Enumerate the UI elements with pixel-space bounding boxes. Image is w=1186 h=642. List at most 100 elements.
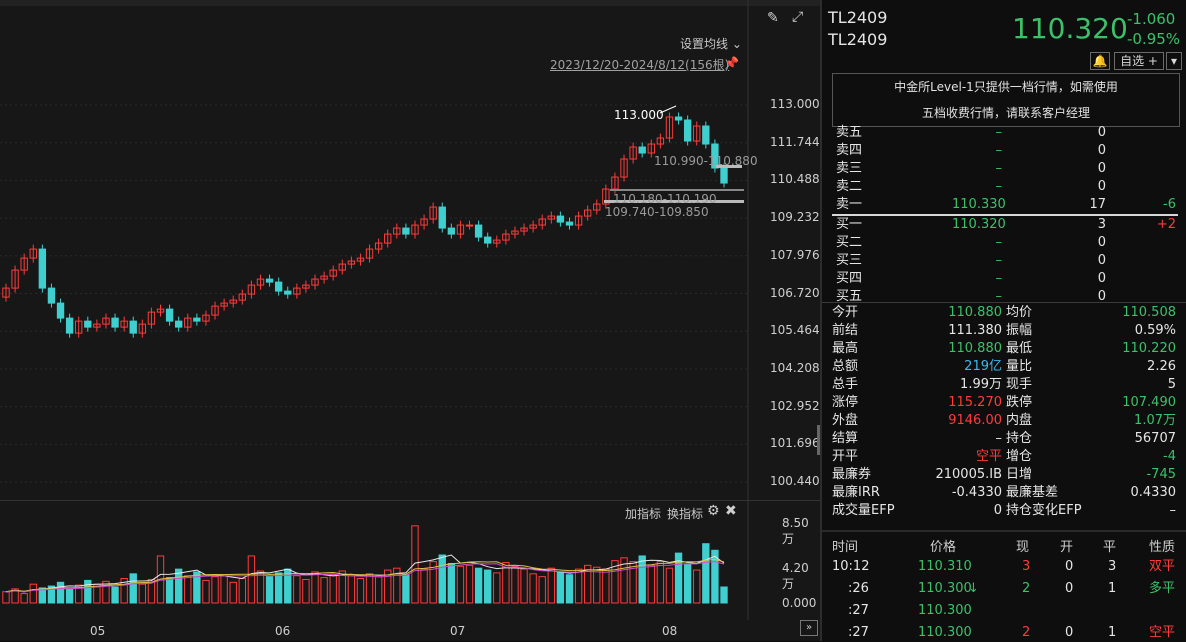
watchlist-dropdown[interactable]: ▾ bbox=[1166, 52, 1182, 70]
y-tick-label: 107.976 bbox=[770, 247, 820, 262]
volume-bar bbox=[411, 525, 419, 604]
order-volume: 0 bbox=[1097, 161, 1106, 176]
candle-body bbox=[484, 236, 492, 244]
stats-row: 最高 110.880 最低 110.220 bbox=[822, 340, 1186, 358]
volume-tick-label: 8.50万 bbox=[782, 516, 809, 546]
stat-label: 总手 bbox=[832, 377, 859, 392]
volume-bar bbox=[129, 573, 137, 604]
stat-label: 振幅 bbox=[1006, 323, 1033, 338]
candle-body bbox=[556, 215, 565, 223]
candle-body bbox=[111, 317, 119, 328]
volume-bar bbox=[529, 573, 537, 604]
tick-open: 0 bbox=[1065, 581, 1074, 596]
volume-bar bbox=[720, 586, 728, 604]
stat-label: 开平 bbox=[832, 449, 859, 464]
stat-value: -0.4330 bbox=[951, 485, 1002, 500]
symbol-code: TL2409 bbox=[828, 8, 888, 27]
gap-label-2: 110.180-110.190 bbox=[613, 192, 717, 206]
candle-body bbox=[438, 206, 446, 229]
order-volume: 0 bbox=[1097, 125, 1106, 140]
stats-row: 开平 空平 增仓 -4 bbox=[822, 448, 1186, 466]
stats-row: 总额 219亿 量比 2.26 bbox=[822, 358, 1186, 376]
volume-bar bbox=[693, 569, 701, 604]
candlestick-chart[interactable] bbox=[0, 0, 820, 500]
stat-label: 成交量EFP bbox=[832, 503, 895, 518]
tick-row: :27 110.300 bbox=[822, 602, 1186, 620]
tick-nature: 双平 bbox=[1149, 559, 1176, 574]
stats-row: 最廉IRR -0.4330 最廉基差 0.4330 bbox=[822, 484, 1186, 502]
candle-body bbox=[129, 320, 137, 334]
volume-bar bbox=[175, 568, 183, 604]
candle-body bbox=[65, 317, 74, 334]
stat-value: 115.270 bbox=[948, 395, 1002, 410]
stat-value: 空平 bbox=[975, 449, 1002, 464]
order-volume: 0 bbox=[1097, 253, 1106, 268]
stats-row: 今开 110.880 均价 110.508 bbox=[822, 304, 1186, 322]
volume-bar bbox=[356, 578, 365, 604]
tick-time: :27 bbox=[848, 625, 869, 640]
order-level-label: 买二 bbox=[836, 235, 863, 250]
tick-time: 10:12 bbox=[832, 559, 870, 574]
stat-label: 量比 bbox=[1006, 359, 1033, 374]
tick-header: 开 bbox=[1060, 540, 1074, 555]
stat-value: 110.880 bbox=[948, 341, 1002, 356]
order-volume: 0 bbox=[1097, 271, 1106, 286]
add-watchlist-button[interactable]: 自选 + bbox=[1114, 52, 1164, 70]
candle-body bbox=[447, 227, 456, 235]
tick-time: :26 bbox=[848, 581, 869, 596]
tick-close: 1 bbox=[1108, 625, 1117, 640]
stat-value: – bbox=[1169, 503, 1177, 518]
stat-label: 今开 bbox=[832, 305, 859, 320]
tick-row: :27 110.300 2 0 1 空平 bbox=[822, 624, 1186, 642]
candle-body bbox=[84, 320, 92, 328]
order-book-row: 卖三 – 0 bbox=[822, 160, 1186, 178]
volume-bar bbox=[602, 568, 610, 604]
candle-body bbox=[165, 308, 174, 322]
volume-bar bbox=[556, 571, 565, 604]
order-book-row: 买四 – 0 bbox=[822, 270, 1186, 288]
last-price: 110.320 bbox=[1012, 12, 1128, 45]
order-volume: 0 bbox=[1097, 235, 1106, 250]
candle-body bbox=[720, 167, 728, 184]
stat-value: 2.26 bbox=[1147, 359, 1176, 374]
tick-now: 2 bbox=[1022, 581, 1031, 596]
volume-bar bbox=[484, 569, 492, 604]
level1-notice: 中金所Level-1只提供一档行情，如需使用 五档收费行情，请联系客户经理 bbox=[832, 73, 1180, 127]
candle-body bbox=[402, 227, 410, 235]
y-tick-label: 111.744 bbox=[770, 134, 820, 149]
order-price: – bbox=[995, 179, 1003, 194]
stat-label: 持仓 bbox=[1006, 431, 1033, 446]
kline-chart-pane[interactable]: ✎ ⤢ 设置均线 ⌄ 2023/12/20-2024/8/12(156根) 📌 … bbox=[0, 0, 820, 641]
candle-body bbox=[274, 281, 283, 292]
volume-bar bbox=[220, 574, 228, 604]
stat-value: 1.99万 bbox=[960, 377, 1002, 392]
y-tick-label: 106.720 bbox=[770, 285, 820, 300]
x-month-label: 08 bbox=[662, 624, 678, 638]
stat-label: 涨停 bbox=[832, 395, 859, 410]
volume-bar bbox=[256, 570, 265, 604]
volume-bar bbox=[565, 574, 574, 604]
volume-tick-label: 4.20万 bbox=[782, 561, 809, 591]
volume-bar bbox=[229, 581, 237, 604]
volume-bar bbox=[20, 593, 28, 604]
candle-body bbox=[47, 287, 56, 304]
volume-bar bbox=[702, 543, 710, 604]
stat-value: 1.07万 bbox=[1134, 413, 1176, 428]
bell-icon[interactable]: 🔔 bbox=[1090, 52, 1110, 70]
tick-price: 110.300 bbox=[918, 625, 972, 640]
y-tick-label: 105.464 bbox=[770, 323, 820, 338]
volume-bar bbox=[502, 562, 510, 604]
order-price: – bbox=[995, 253, 1003, 268]
tick-open: 0 bbox=[1065, 625, 1074, 640]
stat-label: 最高 bbox=[832, 341, 859, 356]
volume-bar bbox=[347, 575, 356, 604]
scroll-right-button[interactable]: » bbox=[800, 620, 818, 636]
tick-header: 现 bbox=[1016, 540, 1030, 555]
volume-bar bbox=[2, 591, 10, 604]
tick-row: :26 110.300 ↓ 2 0 1 多平 bbox=[822, 580, 1186, 598]
candle-body bbox=[175, 320, 183, 328]
order-price: – bbox=[995, 143, 1003, 158]
stat-value: 219亿 bbox=[964, 359, 1002, 374]
order-price: – bbox=[995, 235, 1003, 250]
tick-header: 价格 bbox=[930, 540, 957, 555]
